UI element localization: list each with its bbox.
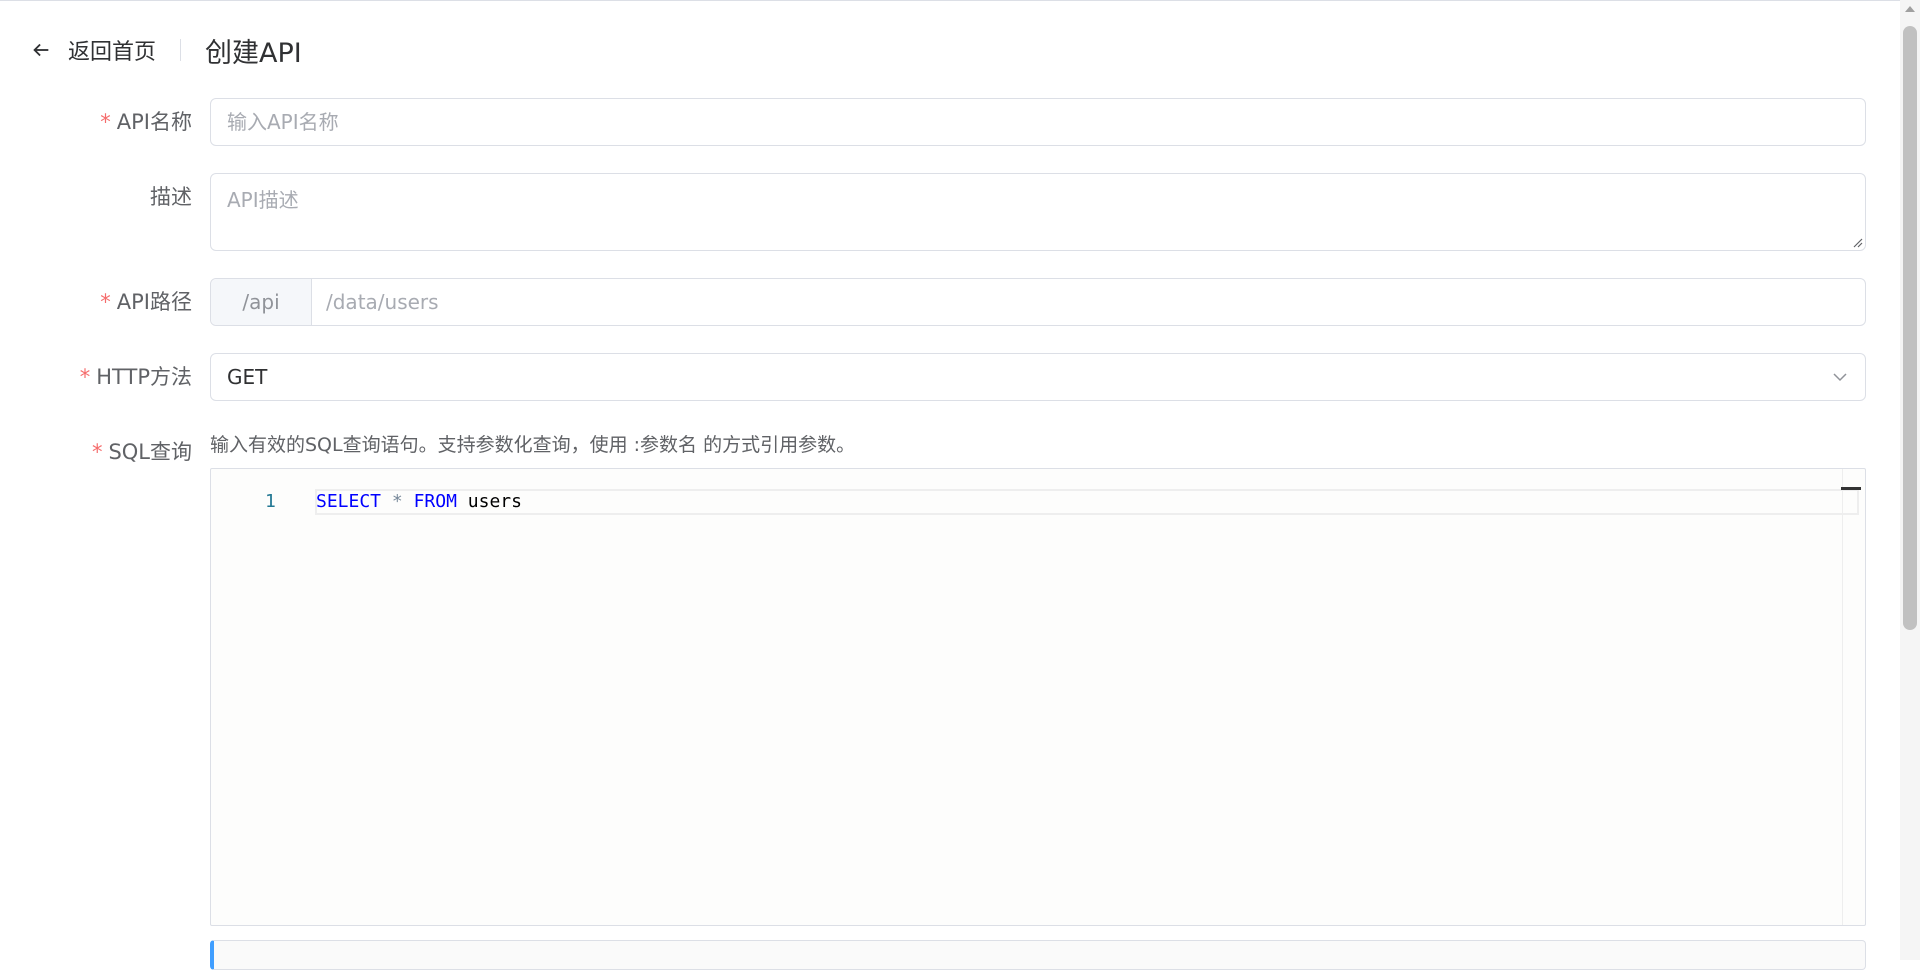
next-section-box [210,940,1866,970]
sql-hint: 输入有效的SQL查询语句。支持参数化查询，使用 :参数名 的方式引用参数。 [210,434,856,456]
back-home-label: 返回首页 [68,40,157,65]
method-label: * HTTP方法 [79,365,192,389]
api-path-input[interactable]: /data/users [312,279,1865,325]
api-name-input[interactable]: 输入API名称 [210,98,1866,146]
scroll-up-arrow-icon[interactable] [1905,6,1915,12]
required-mark: * [100,110,111,134]
description-label: 描述 [150,185,192,209]
line-number: 1 [265,491,276,512]
code-star: * [391,491,403,512]
http-method-select[interactable]: GET [210,353,1866,401]
editor-scrollbar[interactable] [1842,469,1865,925]
resize-grip-icon[interactable] [1851,236,1863,248]
page-scrollbar[interactable] [1900,0,1920,960]
http-method-value: GET [227,365,268,389]
minimap-line [1841,487,1861,490]
path-label: * API路径 [100,290,192,314]
required-mark: * [100,290,111,314]
code-keyword-select: SELECT [316,491,382,512]
header-divider [180,39,182,61]
name-label: * API名称 [100,110,192,134]
chevron-down-icon [1833,373,1847,382]
arrow-left-icon [33,43,49,57]
code-keyword-from: FROM [413,491,457,512]
page-scrollbar-thumb[interactable] [1903,26,1917,630]
required-mark: * [79,365,91,389]
top-border [0,0,1920,1]
path-prefix: /api [211,279,312,325]
current-line-highlight [315,489,1859,515]
api-path-field: /api /data/users [210,278,1866,326]
sql-editor[interactable]: 1 SELECT * FROM users [210,468,1866,926]
description-placeholder: API描述 [227,188,299,212]
page-header: 返回首页 创建API [0,28,1880,72]
page-title: 创建API [205,37,302,69]
back-home-button[interactable]: 返回首页 [30,34,156,66]
code-table-name: users [467,491,522,512]
description-textarea[interactable]: API描述 [210,173,1866,251]
sql-label: * SQL查询 [91,440,192,464]
code-line[interactable]: SELECT * FROM users [316,489,522,515]
required-mark: * [91,440,103,464]
